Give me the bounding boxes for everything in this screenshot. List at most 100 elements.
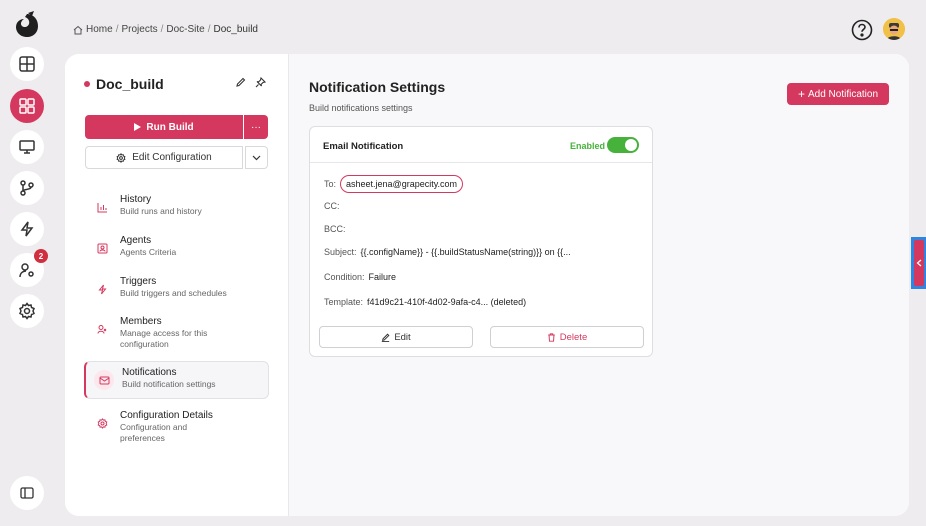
gear-icon	[116, 152, 126, 163]
nav-item-members[interactable]: Members Manage access for this configurat…	[84, 311, 269, 355]
play-icon	[134, 123, 142, 131]
help-icon[interactable]	[851, 19, 873, 41]
breadcrumb: Home / Projects / Doc-Site / Doc_build	[73, 24, 258, 35]
user-avatar[interactable]	[883, 18, 905, 40]
trash-icon	[547, 332, 555, 342]
pencil-icon[interactable]	[235, 77, 246, 88]
projects-button[interactable]	[10, 89, 44, 123]
notification-card-header: Email Notification Enabled	[310, 127, 652, 163]
subject-value: {{.configName}} - {{.buildStatusName(str…	[360, 247, 571, 257]
nav-sub: Manage access for this configuration	[120, 328, 208, 349]
triggers-rail-button[interactable]	[10, 212, 44, 246]
sidebar-toggle-icon	[20, 487, 34, 499]
page-subtitle: Build notifications settings	[309, 103, 413, 113]
run-build-label: Run Build	[146, 121, 194, 133]
project-title: Doc_build	[84, 76, 164, 92]
enabled-toggle[interactable]	[607, 137, 639, 153]
gear-icon	[97, 417, 107, 429]
monitor-icon	[19, 140, 35, 154]
delete-label: Delete	[559, 331, 588, 343]
lightning-icon	[20, 221, 34, 237]
nav-label: Notifications	[122, 367, 177, 378]
agent-icon	[97, 243, 107, 253]
chevron-left-icon	[916, 259, 922, 267]
nav-label: Agents	[120, 235, 152, 246]
pin-icon[interactable]	[255, 77, 266, 88]
chart-icon	[97, 202, 107, 212]
condition-label: Condition:	[324, 272, 365, 282]
cc-row: CC:	[324, 201, 340, 211]
condition-value: Failure	[368, 272, 397, 282]
notification-count-badge: 2	[34, 249, 48, 263]
edit-configuration-button[interactable]: Edit Configuration	[85, 146, 243, 169]
nav-label: Configuration Details	[120, 410, 213, 421]
nav-sub: Build notification settings	[122, 379, 216, 389]
recipient-chip[interactable]: asheet.jena@grapecity.com	[340, 175, 464, 193]
breadcrumb-home[interactable]: Home	[86, 24, 113, 35]
nav-label: Triggers	[120, 276, 157, 287]
bcc-label: BCC:	[324, 224, 346, 234]
project-name: Doc_build	[96, 76, 164, 92]
lightning-icon	[97, 284, 107, 294]
nav-label: Members	[120, 316, 162, 327]
nav-item-configuration-details[interactable]: Configuration Details Configuration and p…	[84, 405, 269, 443]
main-card: Doc_build Run Build ··· Edit Configurati…	[65, 54, 909, 516]
source-control-button[interactable]	[10, 171, 44, 205]
chevron-down-icon	[252, 155, 261, 160]
configuration-dropdown[interactable]	[245, 146, 268, 169]
git-branch-icon	[20, 180, 34, 196]
side-panel-handle[interactable]	[914, 240, 924, 286]
add-notification-label: Add Notification	[807, 88, 879, 100]
edit-notification-button[interactable]: Edit	[319, 326, 473, 348]
subject-row: Subject: {{.configName}} - {{.buildStatu…	[324, 247, 571, 257]
to-label: To:	[324, 179, 337, 189]
app-logo-icon[interactable]	[12, 10, 42, 40]
dashboard-icon	[19, 56, 35, 72]
status-label: Enabled	[570, 141, 606, 151]
nav-item-triggers[interactable]: Triggers Build triggers and schedules	[84, 271, 269, 309]
nav-sub: Build triggers and schedules	[120, 288, 227, 298]
monitor-button[interactable]	[10, 130, 44, 164]
nav-sub: Configuration and preferences	[120, 422, 188, 443]
nav-sub: Agents Criteria	[120, 247, 177, 257]
page-title: Notification Settings	[309, 79, 446, 95]
breadcrumb-doc-site[interactable]: Doc-Site	[166, 24, 204, 35]
template-value: f41d9c21-410f-4d02-9afa-c4... (deleted)	[367, 297, 527, 307]
toggle-knob	[625, 139, 637, 151]
more-icon: ···	[251, 121, 261, 133]
bcc-row: BCC:	[324, 224, 346, 234]
nav-label: History	[120, 194, 152, 205]
breadcrumb-projects[interactable]: Projects	[121, 24, 157, 35]
home-icon	[73, 25, 83, 34]
run-build-button[interactable]: Run Build	[85, 115, 243, 139]
nav-item-agents[interactable]: Agents Agents Criteria	[84, 230, 269, 268]
edit-label: Edit	[394, 331, 411, 343]
plus-icon: +	[797, 87, 805, 101]
delete-notification-button[interactable]: Delete	[490, 326, 644, 348]
left-rail: 2	[0, 0, 54, 526]
notification-title: Email Notification	[323, 141, 404, 152]
condition-row: Condition: Failure	[324, 272, 396, 282]
collapse-sidebar-button[interactable]	[10, 476, 44, 510]
gear-icon	[19, 302, 35, 320]
template-label: Template:	[324, 297, 364, 307]
subject-label: Subject:	[324, 247, 357, 257]
email-notification-card: Email Notification Enabled To: asheet.je…	[309, 126, 653, 357]
dashboard-button[interactable]	[10, 47, 44, 81]
template-row: Template: f41d9c21-410f-4d02-9afa-c4... …	[324, 297, 526, 307]
members-icon	[97, 324, 106, 334]
breadcrumb-current: Doc_build	[213, 24, 258, 35]
nav-item-notifications[interactable]: Notifications Build notification settings	[84, 361, 269, 399]
pencil-icon	[382, 333, 390, 342]
nav-item-history[interactable]: History Build runs and history	[84, 189, 269, 227]
grid-icon	[19, 98, 35, 114]
users-button[interactable]: 2	[10, 249, 48, 287]
settings-button[interactable]	[10, 294, 44, 328]
config-sidebar: Doc_build Run Build ··· Edit Configurati…	[65, 54, 289, 516]
run-more-button[interactable]: ···	[244, 115, 268, 139]
notification-settings-panel: Notification Settings Build notification…	[289, 54, 909, 516]
add-notification-button[interactable]: + Add Notification	[787, 83, 889, 105]
user-settings-icon	[19, 263, 34, 278]
mail-icon	[99, 376, 109, 384]
to-row: To: asheet.jena@grapecity.com	[324, 175, 464, 193]
